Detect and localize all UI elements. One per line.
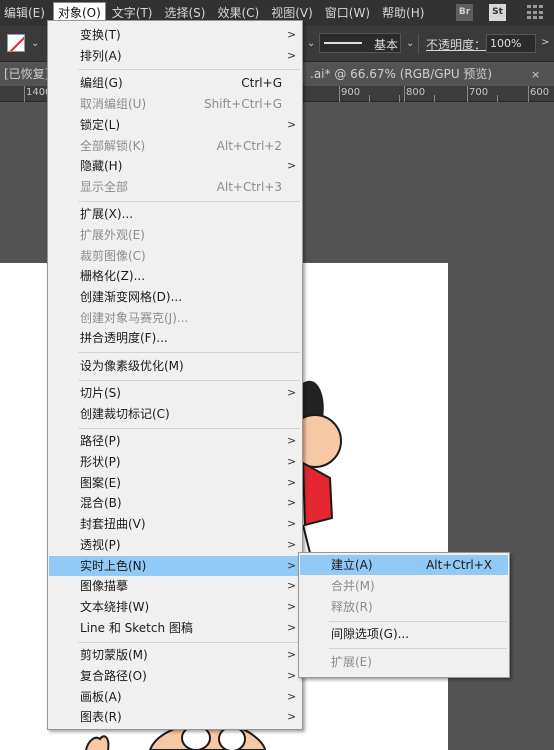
menu-item-live-paint[interactable]: 实时上色(N) > bbox=[49, 556, 301, 576]
menu-edit[interactable]: 编辑(E) bbox=[0, 2, 49, 24]
menu-item-expand-appearance[interactable]: 扩展外观(E) bbox=[49, 225, 301, 245]
menu-item-merge[interactable]: 合并(M) bbox=[300, 576, 508, 596]
chevron-down-icon[interactable]: ⌄ bbox=[31, 38, 39, 49]
menu-separator bbox=[78, 380, 300, 381]
ruler-label: 800 bbox=[406, 87, 426, 98]
stock-icon[interactable]: St bbox=[489, 4, 506, 21]
menu-item-pixel-perfect[interactable]: 设为像素级优化(M) bbox=[49, 356, 301, 376]
menu-separator bbox=[78, 428, 300, 429]
divider bbox=[418, 34, 419, 54]
chevron-down-icon[interactable]: ⌄ bbox=[307, 38, 315, 49]
ruler-label: 700 bbox=[469, 87, 489, 98]
submenu-arrow-icon: > bbox=[287, 538, 297, 551]
menu-item-gap-options[interactable]: 间隙选项(G)... bbox=[300, 624, 508, 644]
menu-item-unlock-all[interactable]: 全部解锁(K) Alt+Ctrl+2 bbox=[49, 136, 301, 156]
ruler-label: 900 bbox=[341, 87, 361, 98]
menu-item-clipping-mask[interactable]: 剪切蒙版(M) > bbox=[49, 645, 301, 665]
menu-separator bbox=[78, 201, 300, 202]
submenu-arrow-icon: > bbox=[287, 49, 297, 62]
menu-separator bbox=[78, 352, 300, 353]
object-menu: 变换(T) > 排列(A) > 编组(G) Ctrl+G 取消编组(U) Shift+C… bbox=[47, 20, 303, 730]
menu-item-text-wrap[interactable]: 文本绕排(W) > bbox=[49, 597, 301, 617]
submenu-arrow-icon: > bbox=[287, 496, 297, 509]
submenu-arrow-icon: > bbox=[287, 648, 297, 661]
submenu-arrow-icon: > bbox=[287, 386, 297, 399]
menu-item-flatten-transparency[interactable]: 拼合透明度(F)... bbox=[49, 328, 301, 348]
live-paint-submenu: 建立(A) Alt+Ctrl+X 合并(M) 释放(R) 间隙选项(G)... 扩… bbox=[298, 552, 510, 678]
submenu-arrow-icon: > bbox=[287, 28, 297, 41]
menu-item-show-all[interactable]: 显示全部 Alt+Ctrl+3 bbox=[49, 177, 301, 197]
menu-item-transform[interactable]: 变换(T) > bbox=[49, 25, 301, 45]
document-tab-title-prefix: [已恢复] bbox=[4, 67, 50, 81]
menu-item-make[interactable]: 建立(A) Alt+Ctrl+X bbox=[300, 555, 508, 575]
menu-item-pattern[interactable]: 图案(E) > bbox=[49, 473, 301, 493]
menu-item-expand-live-paint[interactable]: 扩展(E) bbox=[300, 652, 508, 672]
menu-window[interactable]: 窗口(W) bbox=[321, 2, 374, 24]
submenu-arrow-icon: > bbox=[287, 517, 297, 530]
menu-item-blend[interactable]: 混合(B) > bbox=[49, 493, 301, 513]
submenu-arrow-icon: > bbox=[287, 579, 297, 592]
menu-item-release[interactable]: 释放(R) bbox=[300, 597, 508, 617]
ruler-label: 600 bbox=[530, 87, 550, 98]
menu-item-artboards[interactable]: 画板(A) > bbox=[49, 687, 301, 707]
workspace-grid-icon[interactable] bbox=[527, 5, 543, 20]
menu-separator bbox=[329, 621, 507, 622]
menu-item-trim-marks[interactable]: 创建裁切标记(C) bbox=[49, 404, 301, 424]
submenu-arrow-icon: > bbox=[287, 434, 297, 447]
chevron-down-icon[interactable]: ⌄ bbox=[406, 38, 414, 49]
bridge-icon[interactable]: Br bbox=[456, 4, 473, 21]
submenu-arrow-icon: > bbox=[287, 118, 297, 131]
stroke-style-value: 基本 bbox=[374, 38, 399, 52]
submenu-arrow-icon: > bbox=[287, 476, 297, 489]
stroke-line-preview bbox=[324, 42, 362, 44]
menu-item-line-sketch[interactable]: Line 和 Sketch 图稿 > bbox=[49, 618, 301, 638]
menu-item-slice[interactable]: 切片(S) > bbox=[49, 383, 301, 403]
document-tab-title: .ai* @ 66.67% (RGB/GPU 预览) bbox=[310, 67, 493, 81]
opacity-label[interactable]: 不透明度： bbox=[426, 36, 486, 53]
menu-item-gradient-mesh[interactable]: 创建渐变网格(D)... bbox=[49, 287, 301, 307]
menu-item-object-mosaic[interactable]: 创建对象马赛克(J)... bbox=[49, 308, 301, 328]
menu-separator bbox=[78, 69, 300, 70]
menu-item-path[interactable]: 路径(P) > bbox=[49, 431, 301, 451]
fill-none-swatch[interactable] bbox=[7, 34, 25, 52]
menu-item-group[interactable]: 编组(G) Ctrl+G bbox=[49, 73, 301, 93]
menu-item-ungroup[interactable]: 取消编组(U) Shift+Ctrl+G bbox=[49, 94, 301, 114]
opacity-input[interactable]: 100% bbox=[486, 34, 536, 53]
menu-item-expand[interactable]: 扩展(X)... bbox=[49, 204, 301, 224]
menu-item-hide[interactable]: 隐藏(H) > bbox=[49, 156, 301, 176]
submenu-arrow-icon: > bbox=[287, 621, 297, 634]
submenu-arrow-icon: > bbox=[287, 559, 297, 572]
close-icon[interactable]: × bbox=[531, 68, 540, 81]
menu-separator bbox=[78, 642, 300, 643]
menu-help[interactable]: 帮助(H) bbox=[378, 2, 428, 24]
submenu-arrow-icon: > bbox=[287, 600, 297, 613]
menu-item-lock[interactable]: 锁定(L) > bbox=[49, 115, 301, 135]
menu-item-rasterize[interactable]: 栅格化(Z)... bbox=[49, 266, 301, 286]
submenu-arrow-icon: > bbox=[287, 159, 297, 172]
submenu-arrow-icon: > bbox=[287, 690, 297, 703]
submenu-arrow-icon: > bbox=[287, 710, 297, 723]
menu-item-crop-image[interactable]: 裁剪图像(C) bbox=[49, 246, 301, 266]
stroke-profile-select[interactable]: 基本 bbox=[319, 33, 401, 53]
menu-item-perspective[interactable]: 透视(P) > bbox=[49, 535, 301, 555]
menu-item-arrange[interactable]: 排列(A) > bbox=[49, 46, 301, 66]
submenu-arrow-icon: > bbox=[287, 669, 297, 682]
chevron-right-icon[interactable]: > bbox=[541, 37, 549, 48]
menu-item-compound-path[interactable]: 复合路径(O) > bbox=[49, 666, 301, 686]
menu-item-image-trace[interactable]: 图像描摹 > bbox=[49, 576, 301, 596]
submenu-arrow-icon: > bbox=[287, 455, 297, 468]
menu-separator bbox=[329, 648, 507, 649]
menu-item-graph[interactable]: 图表(R) > bbox=[49, 707, 301, 727]
menu-item-envelope-distort[interactable]: 封套扭曲(V) > bbox=[49, 514, 301, 534]
menu-item-shape[interactable]: 形状(P) > bbox=[49, 452, 301, 472]
